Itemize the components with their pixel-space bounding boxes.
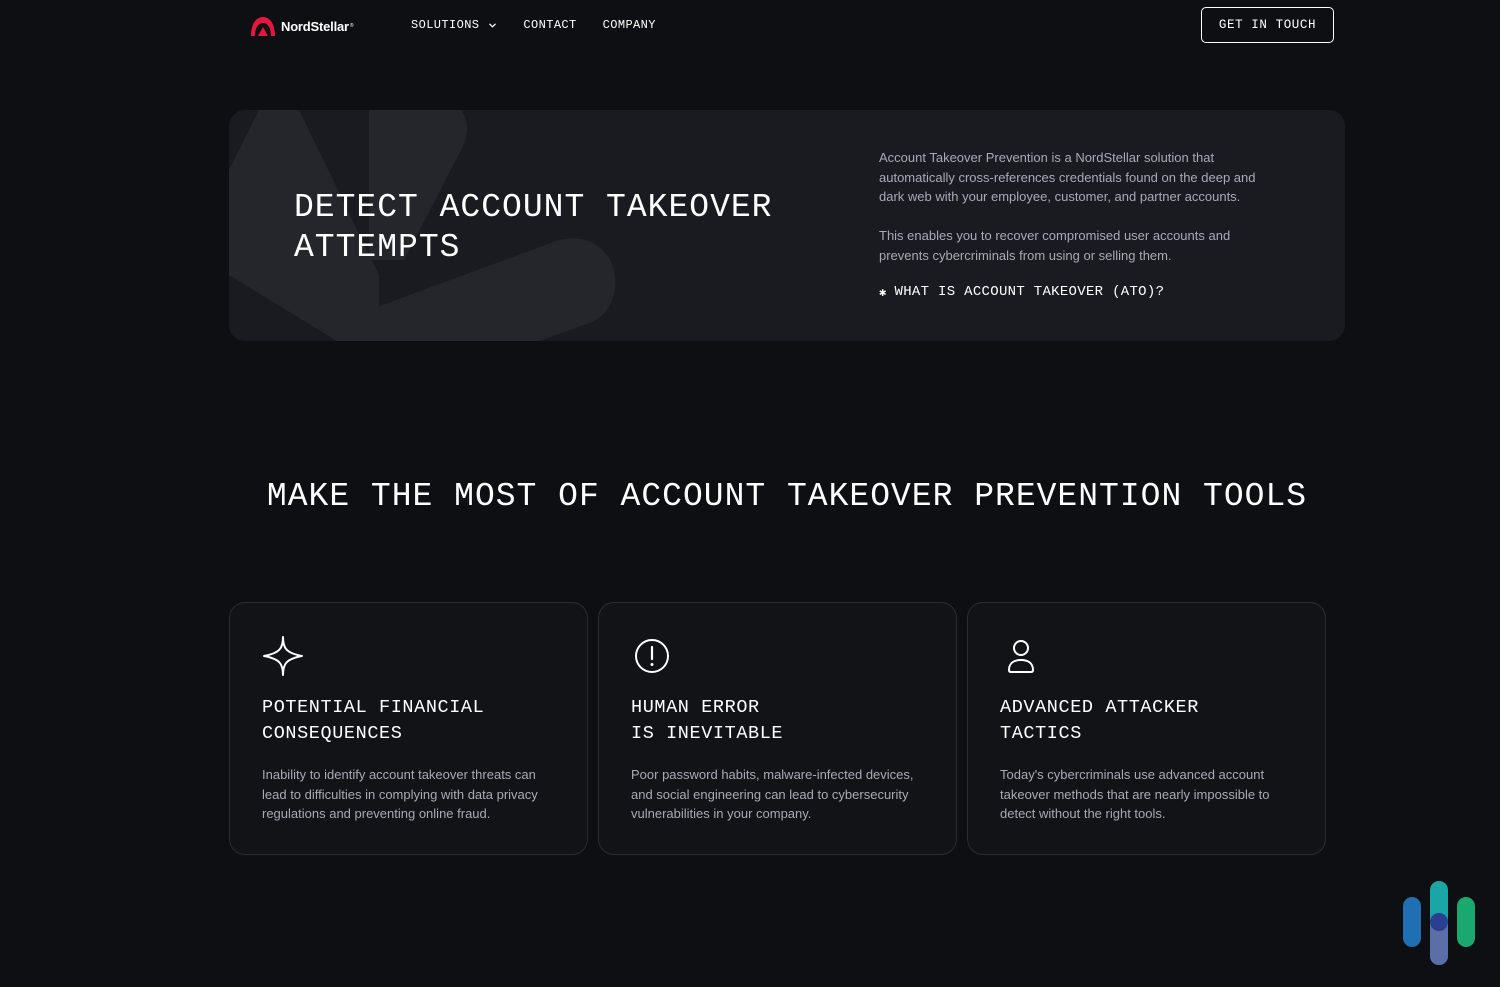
feature-card-attacker-tactics: ADVANCED ATTACKER TACTICS Today's cyberc… (967, 602, 1326, 855)
nav-item-contact[interactable]: CONTACT (523, 18, 576, 32)
what-is-ato-link[interactable]: ✱ WHAT IS ACCOUNT TAKEOVER (ATO)? (879, 284, 1164, 300)
card-body: Poor password habits, malware-infected d… (631, 767, 914, 822)
card-title-line: IS INEVITABLE (631, 723, 784, 744)
get-in-touch-button[interactable]: GET IN TOUCH (1201, 7, 1334, 43)
sparkle-icon (263, 636, 303, 676)
nav-item-label: CONTACT (523, 18, 577, 32)
brand-logo[interactable]: NordStellar ® (250, 15, 354, 37)
card-body: Today's cybercriminals use advanced acco… (1000, 767, 1270, 822)
card-title-line: CONSEQUENCES (262, 723, 403, 744)
main-menu: SOLUTIONS CONTACT COMPANY (411, 18, 682, 32)
feature-card-human-error: HUMAN ERROR IS INEVITABLE Poor password … (598, 602, 957, 855)
card-body: Inability to identify account takeover t… (262, 767, 538, 822)
nav-item-label: SOLUTIONS (411, 18, 480, 32)
card-title-line: POTENTIAL FINANCIAL (262, 697, 485, 718)
chevron-down-icon (489, 23, 497, 27)
hero-title-line: DETECT ACCOUNT TAKEOVER (294, 189, 773, 226)
brand-name: NordStellar (281, 18, 349, 34)
section-title: MAKE THE MOST OF ACCOUNT TAKEOVER PREVEN… (266, 478, 1308, 515)
what-is-ato-label: WHAT IS ACCOUNT TAKEOVER (ATO)? (894, 284, 1165, 300)
feature-card-financial: POTENTIAL FINANCIAL CONSEQUENCES Inabili… (229, 602, 588, 855)
nav-item-company[interactable]: COMPANY (603, 18, 656, 32)
card-title: POTENTIAL FINANCIAL CONSEQUENCES (262, 695, 562, 747)
card-title: ADVANCED ATTACKER TACTICS (1000, 695, 1300, 747)
hero-panel: DETECT ACCOUNT TAKEOVER ATTEMPTS Account… (229, 110, 1345, 341)
nav-item-solutions[interactable]: SOLUTIONS (411, 18, 497, 32)
nordstellar-logo-icon (251, 17, 275, 36)
top-navbar: NordStellar ® SOLUTIONS CONTACT COMPANY … (0, 0, 1500, 52)
card-title: HUMAN ERROR IS INEVITABLE (631, 695, 931, 747)
chat-widget-icon[interactable] (1400, 878, 1480, 968)
hero-description: Account Takeover Prevention is a NordSte… (879, 148, 1279, 285)
nav-item-label: COMPANY (602, 18, 656, 32)
alert-circle-icon (635, 639, 669, 673)
hero-title: DETECT ACCOUNT TAKEOVER ATTEMPTS (294, 188, 814, 268)
card-title-line: HUMAN ERROR (631, 697, 760, 718)
hero-paragraph: This enables you to recover compromised … (879, 228, 1231, 263)
hero-title-line: ATTEMPTS (294, 229, 461, 266)
user-icon (1008, 640, 1034, 673)
card-title-line: ADVANCED ATTACKER (1000, 697, 1199, 718)
hero-paragraph: Account Takeover Prevention is a NordSte… (879, 150, 1256, 205)
asterisk-icon: ✱ (879, 285, 887, 300)
brand-trademark: ® (349, 23, 354, 29)
card-title-line: TACTICS (1000, 723, 1082, 744)
